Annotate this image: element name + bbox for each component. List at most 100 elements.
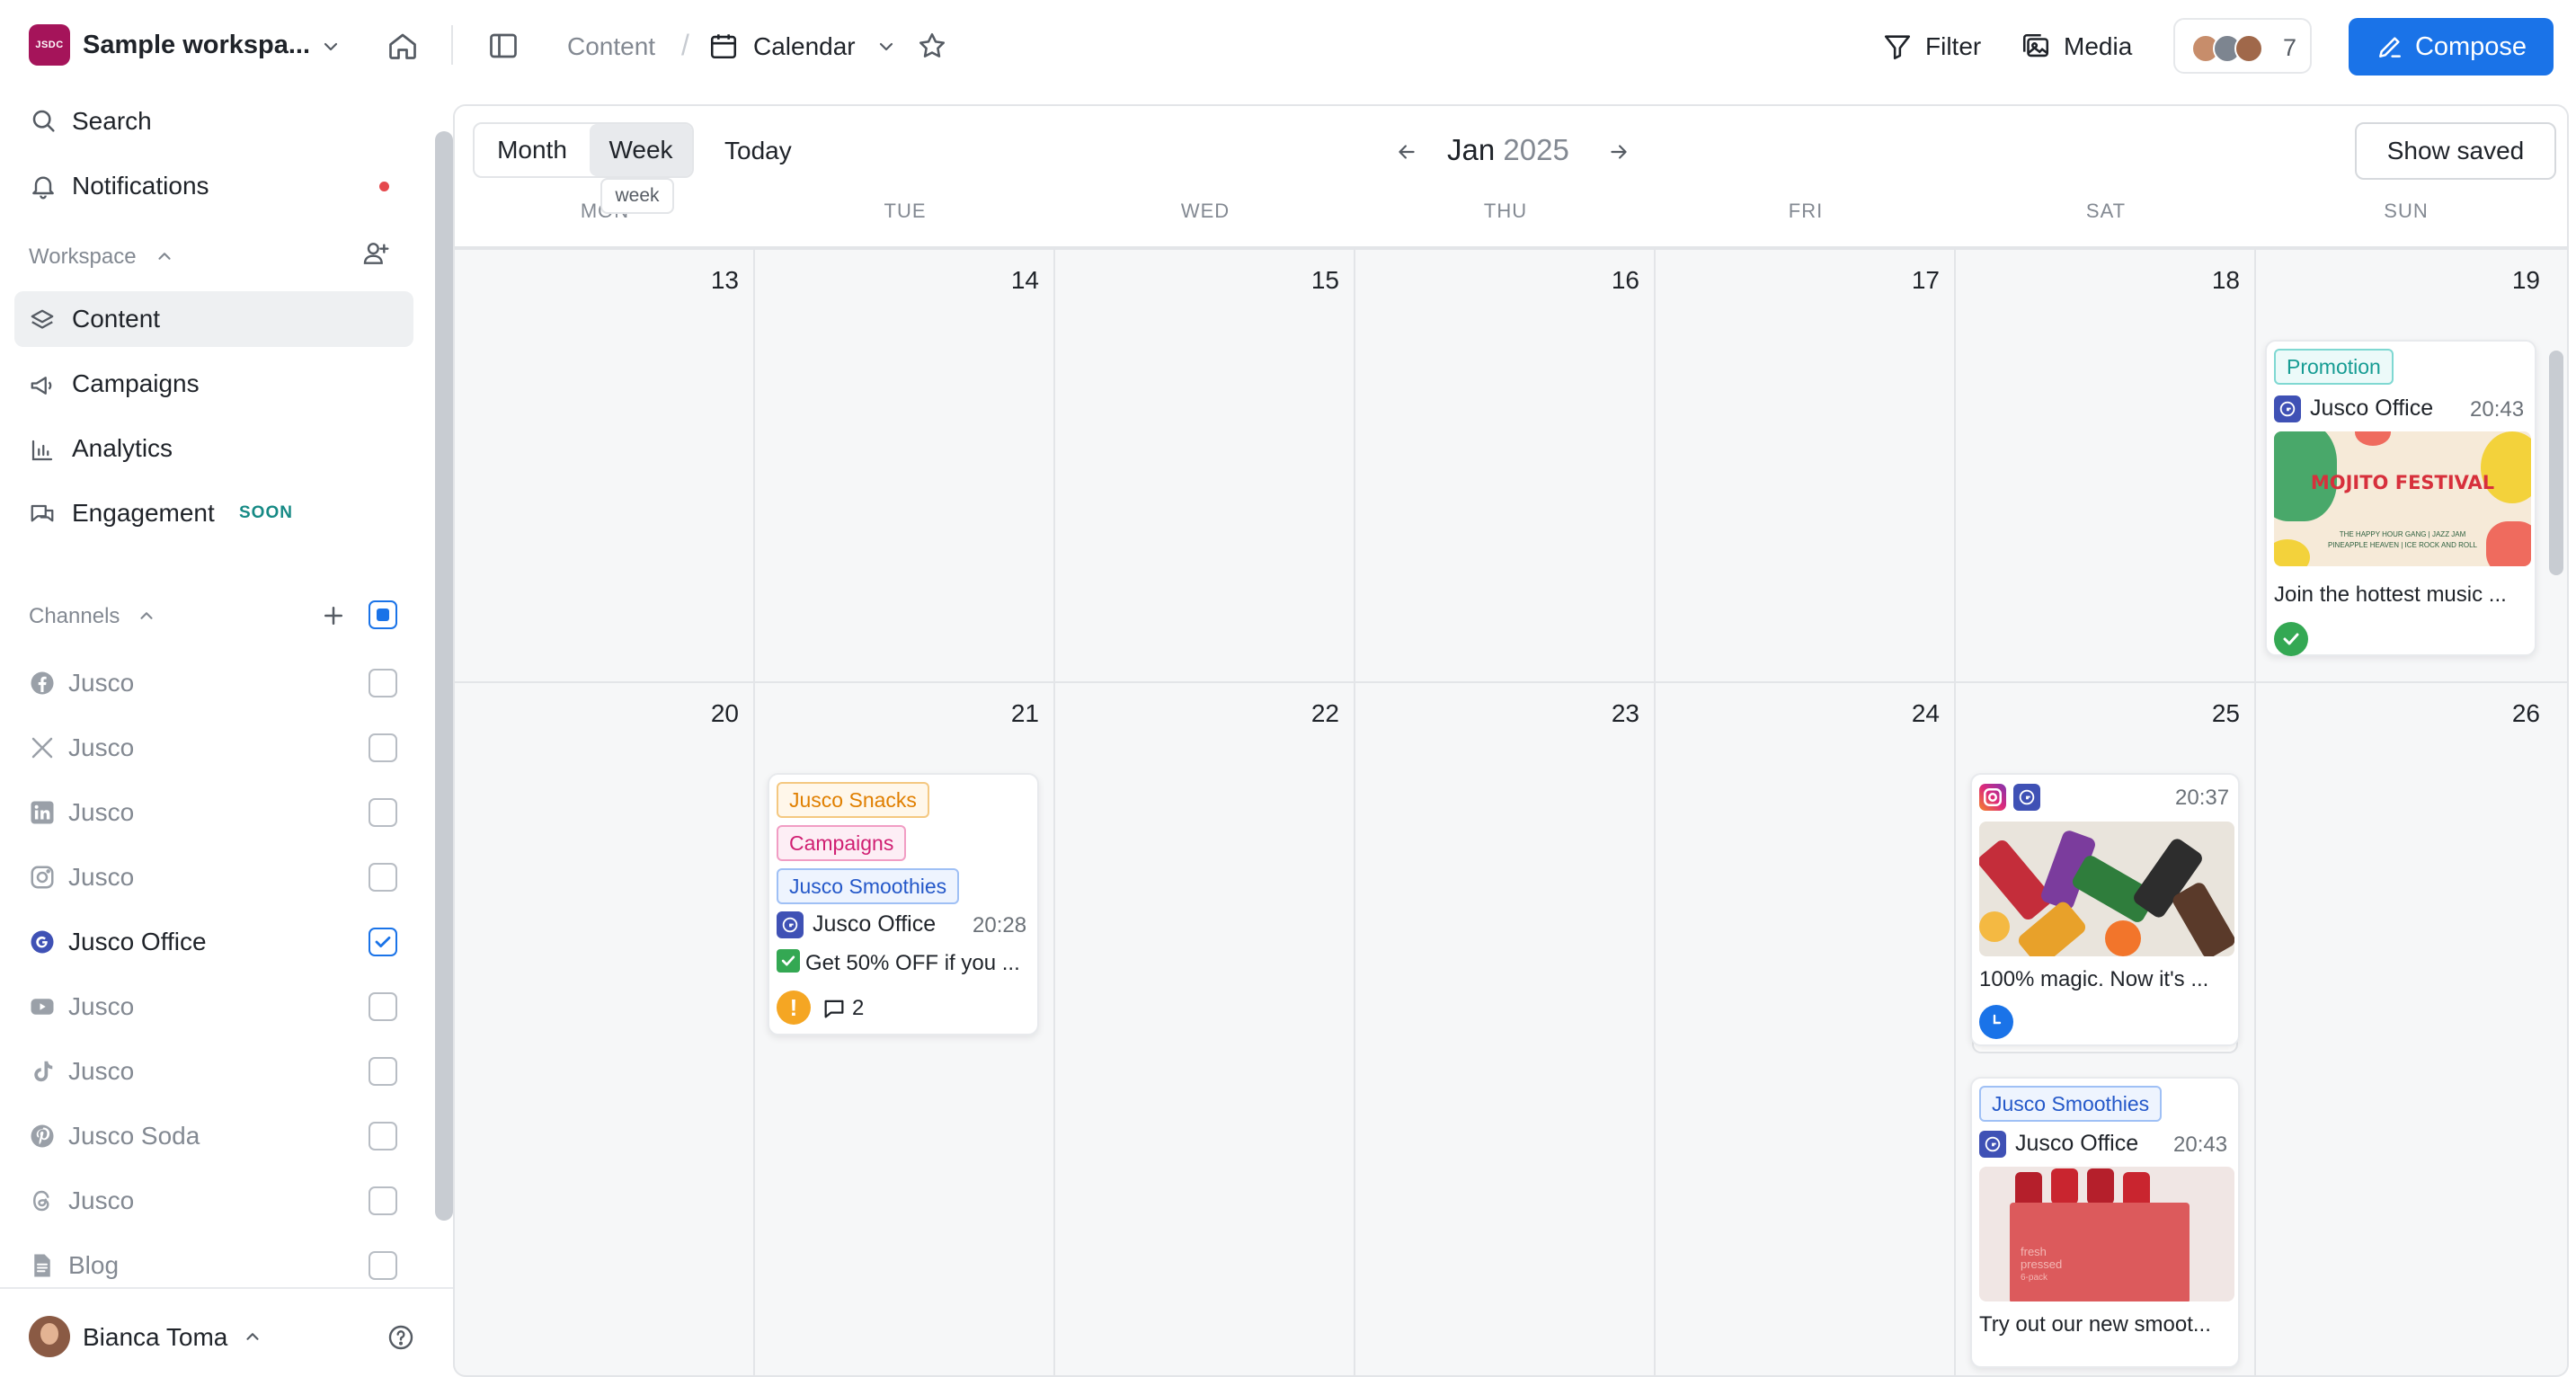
day-cell-23[interactable]: 23 xyxy=(1586,699,1639,728)
view-month-button[interactable]: Month xyxy=(475,124,590,176)
sidebar-notifications[interactable]: Notifications xyxy=(14,158,413,214)
channel-blog[interactable]: Blog xyxy=(14,1237,413,1293)
chevron-down-icon[interactable] xyxy=(320,36,342,58)
day-cell-16[interactable]: 16 xyxy=(1586,266,1639,295)
sidebar-toggle-icon[interactable] xyxy=(487,30,520,62)
sidebar-item-engagement[interactable]: Engagement SOON xyxy=(14,485,413,541)
channel-checkbox[interactable] xyxy=(369,733,397,762)
grid-line xyxy=(455,681,2567,683)
workspace-section-label[interactable]: Workspace xyxy=(29,244,137,270)
add-channel-icon[interactable] xyxy=(320,602,347,629)
channel-label: Jusco xyxy=(68,863,135,891)
sidebar-item-content[interactable]: Content xyxy=(14,291,413,347)
checkmark-emoji-icon xyxy=(777,949,800,973)
day-cell-18[interactable]: 18 xyxy=(2186,266,2240,295)
sidebar-search[interactable]: Search xyxy=(14,93,413,149)
day-cell-17[interactable]: 17 xyxy=(1886,266,1940,295)
day-cell-20[interactable]: 20 xyxy=(685,699,739,728)
weekday-fri: FRI xyxy=(1788,200,1824,222)
breadcrumb-calendar[interactable]: Calendar xyxy=(753,32,856,61)
channels-section-label[interactable]: Channels xyxy=(29,604,120,629)
help-icon[interactable] xyxy=(386,1323,415,1352)
post-card[interactable]: Jusco Snacks Campaigns Jusco Smoothies J… xyxy=(768,773,1039,1035)
month-title: Jan 2025 xyxy=(1447,133,1569,167)
channel-google-business[interactable]: Jusco Office xyxy=(14,913,413,969)
workspace-logo[interactable]: JSDC xyxy=(29,24,70,66)
channel-linkedin[interactable]: Jusco xyxy=(14,784,413,840)
channel-tiktok[interactable]: Jusco xyxy=(14,1043,413,1098)
post-text: Join the hottest music ... xyxy=(2274,582,2507,607)
post-time: 20:43 xyxy=(2470,397,2525,422)
soon-badge: SOON xyxy=(239,503,293,522)
view-week-button[interactable]: Week xyxy=(590,124,692,176)
channel-checkbox[interactable] xyxy=(369,1251,397,1280)
channel-label: Jusco Soda xyxy=(68,1122,200,1150)
day-cell-22[interactable]: 22 xyxy=(1285,699,1339,728)
post-account: Jusco Office xyxy=(2310,395,2434,421)
channel-checkbox[interactable] xyxy=(369,798,397,827)
day-cell-24[interactable]: 24 xyxy=(1886,699,1940,728)
post-card[interactable]: 20:37 100% magic. Now it's ... xyxy=(1970,773,2240,1046)
channel-checkbox[interactable] xyxy=(369,1186,397,1215)
day-cell-26[interactable]: 26 xyxy=(2486,699,2540,728)
channel-checkbox[interactable] xyxy=(369,669,397,697)
channel-threads[interactable]: Jusco xyxy=(14,1172,413,1228)
sidebar-scrollbar[interactable] xyxy=(435,131,453,1221)
channel-checkbox[interactable] xyxy=(369,1057,397,1086)
weekday-sun: SUN xyxy=(2384,200,2429,222)
day-cell-19[interactable]: 19 xyxy=(2486,266,2540,295)
filter-button[interactable]: Filter xyxy=(1882,25,1981,68)
add-member-icon[interactable] xyxy=(361,239,390,268)
weekday-tue: TUE xyxy=(884,200,927,222)
avatar[interactable] xyxy=(29,1316,70,1357)
post-card[interactable]: Jusco Smoothies Jusco Office 20:43 fresh… xyxy=(1970,1077,2240,1368)
chevron-down-icon[interactable] xyxy=(875,36,897,58)
channel-checkbox[interactable] xyxy=(369,928,397,956)
today-button[interactable]: Today xyxy=(724,137,792,165)
chevron-up-icon[interactable] xyxy=(137,606,156,626)
channel-instagram[interactable]: Jusco xyxy=(14,848,413,904)
arrow-left-icon[interactable] xyxy=(1395,140,1418,164)
compose-button[interactable]: Compose xyxy=(2349,18,2554,76)
youtube-icon xyxy=(29,993,56,1020)
day-cell-15[interactable]: 15 xyxy=(1285,266,1339,295)
avatar xyxy=(2234,34,2263,63)
sidebar-item-analytics[interactable]: Analytics xyxy=(14,421,413,476)
user-name[interactable]: Bianca Toma xyxy=(83,1323,227,1352)
channel-youtube[interactable]: Jusco xyxy=(14,978,413,1034)
channel-checkbox[interactable] xyxy=(369,992,397,1021)
breadcrumb-content[interactable]: Content xyxy=(567,32,655,61)
day-cell-14[interactable]: 14 xyxy=(985,266,1039,295)
media-button[interactable]: Media xyxy=(2021,25,2132,68)
show-saved-button[interactable]: Show saved xyxy=(2355,122,2556,180)
channel-facebook[interactable]: Jusco xyxy=(14,654,413,710)
star-icon[interactable] xyxy=(917,31,947,61)
sidebar-item-campaigns[interactable]: Campaigns xyxy=(14,356,413,412)
megaphone-icon xyxy=(29,372,56,399)
workspace-name[interactable]: Sample workspa... xyxy=(83,31,310,60)
channel-checkbox[interactable] xyxy=(369,1122,397,1150)
post-card[interactable]: Promotion Jusco Office 20:43 MOJITO FEST… xyxy=(2265,340,2536,656)
select-all-channels-checkbox[interactable] xyxy=(369,600,397,629)
chevron-up-icon[interactable] xyxy=(155,246,174,266)
day-cell-13[interactable]: 13 xyxy=(685,266,739,295)
channel-pinterest[interactable]: Jusco Soda xyxy=(14,1107,413,1163)
grid-line xyxy=(455,248,2567,250)
channel-x[interactable]: Jusco xyxy=(14,719,413,775)
home-icon[interactable] xyxy=(386,30,419,62)
tiktok-icon xyxy=(29,1058,56,1085)
top-bar: JSDC Sample workspa... Content / Calenda… xyxy=(0,0,2576,93)
comment-icon[interactable] xyxy=(822,996,847,1021)
channel-label: Jusco xyxy=(68,1057,135,1085)
day-cell-21[interactable]: 21 xyxy=(985,699,1039,728)
linkedin-icon xyxy=(29,799,56,826)
members-avatars[interactable]: 7 xyxy=(2173,18,2312,74)
bell-icon xyxy=(29,172,58,200)
chevron-up-icon[interactable] xyxy=(243,1327,262,1346)
channel-label: Jusco xyxy=(68,733,135,761)
channel-checkbox[interactable] xyxy=(369,863,397,892)
pack-label-1: fresh xyxy=(2021,1245,2047,1258)
calendar-scrollbar[interactable] xyxy=(2549,351,2563,575)
arrow-right-icon[interactable] xyxy=(1607,140,1630,164)
day-cell-25[interactable]: 25 xyxy=(2186,699,2240,728)
